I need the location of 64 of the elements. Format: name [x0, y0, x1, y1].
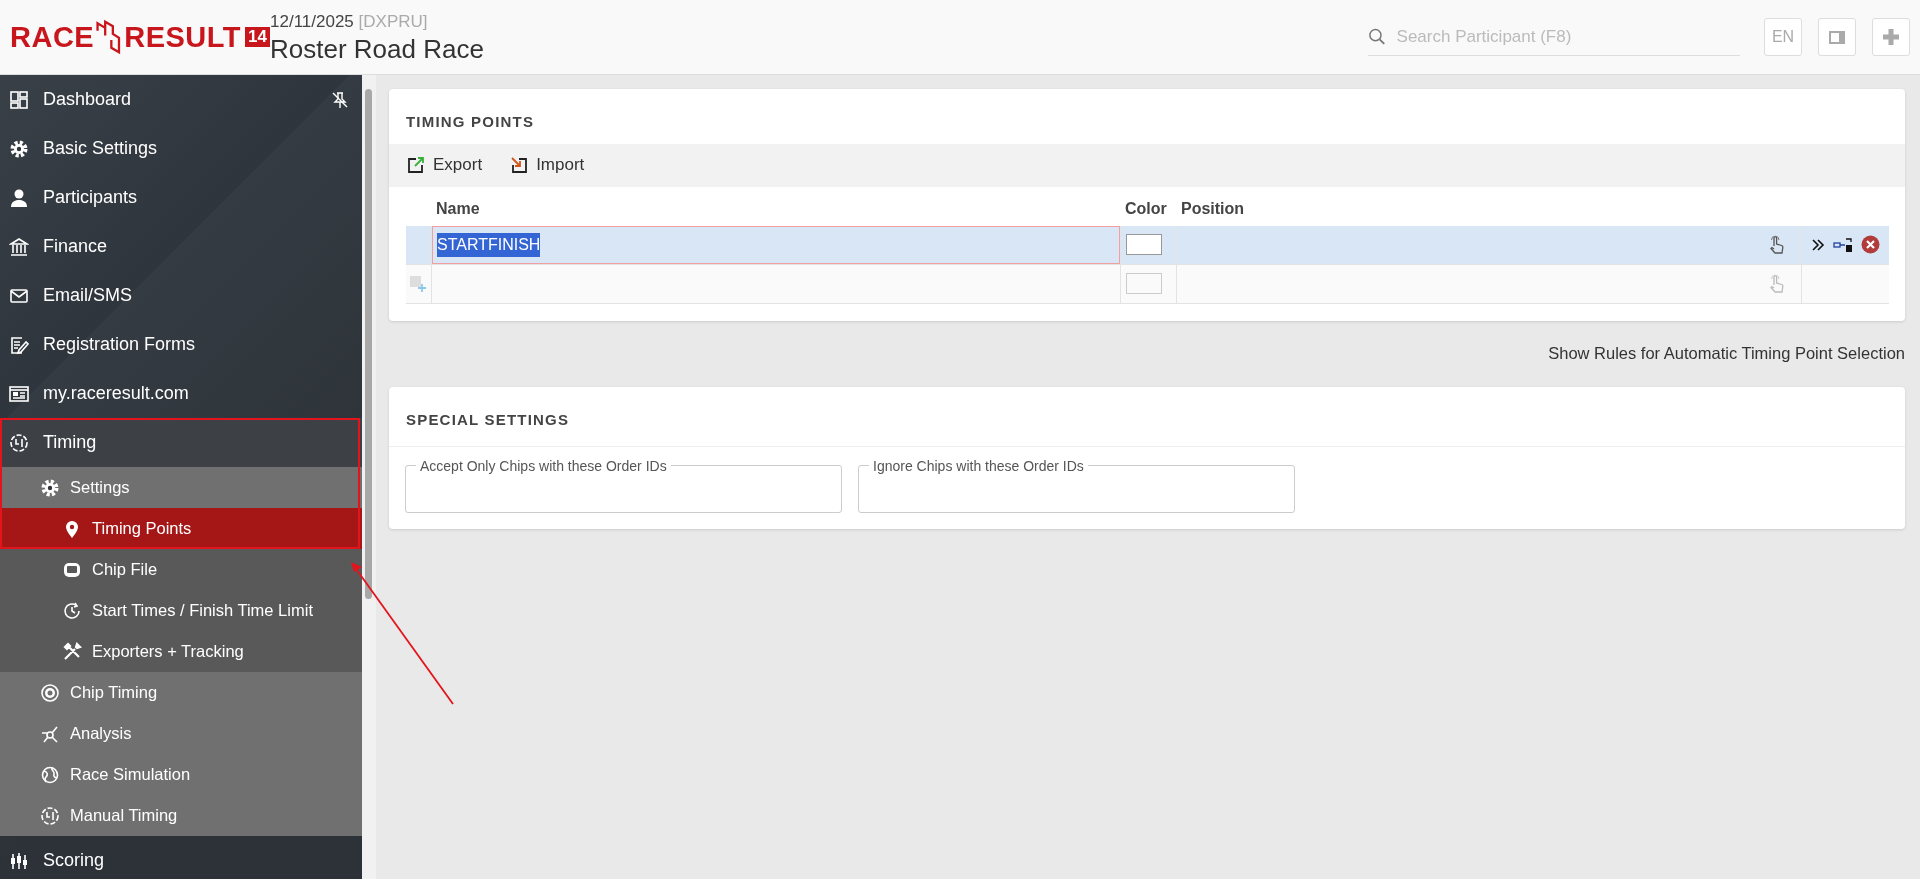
sidebar-item[interactable]: Scoring — [0, 836, 362, 879]
logo-text: RESULT — [124, 22, 242, 52]
sidebar-item[interactable]: Chip File — [0, 549, 362, 590]
person-icon — [9, 187, 29, 208]
form-icon — [9, 334, 29, 355]
event-date: 12/11/2025 [DXPRU] — [270, 10, 429, 33]
order-ids-field[interactable]: Accept Only Chips with these Order IDs — [405, 458, 842, 513]
column-header: Name — [435, 198, 481, 219]
export-icon — [407, 156, 425, 174]
event-title: Roster Road Race — [270, 34, 484, 66]
unpin-icon[interactable] — [331, 91, 349, 109]
order-ids-field[interactable]: Ignore Chips with these Order IDs — [858, 458, 1295, 513]
sidebar-item[interactable]: Analysis — [0, 713, 362, 754]
panel-toggle-button[interactable] — [1818, 18, 1856, 56]
sidebar-item[interactable]: Race Simulation — [0, 754, 362, 795]
sidebar-item[interactable]: Registration Forms — [0, 320, 362, 369]
gear-icon — [9, 138, 29, 159]
sidebar-item[interactable]: Timing Points — [0, 508, 362, 549]
tools-icon — [62, 641, 82, 662]
delete-icon[interactable] — [1861, 235, 1880, 254]
gear-icon — [40, 477, 60, 498]
bank-icon — [9, 236, 29, 257]
add-row-icon[interactable] — [409, 274, 427, 293]
color-swatch[interactable] — [1126, 273, 1162, 294]
panel-icon — [1829, 30, 1845, 44]
sidebar-item[interactable]: Exporters + Tracking — [0, 631, 362, 672]
column-header: Position — [1180, 198, 1246, 219]
sidebar-item[interactable]: Dashboard — [0, 75, 362, 124]
browser-icon — [9, 383, 29, 404]
globe-icon — [40, 764, 60, 785]
card-title: SPECIAL SETTINGS — [389, 387, 1905, 447]
sidebar-item[interactable]: Email/SMS — [0, 271, 362, 320]
sidebar-item[interactable]: Chip Timing — [0, 672, 362, 713]
chart-icon — [9, 850, 29, 871]
search-field[interactable]: Search Participant (F8) — [1394, 22, 1740, 51]
sidebar-item[interactable]: Finance — [0, 222, 362, 271]
target-icon — [40, 682, 60, 703]
rules-link[interactable]: Show Rules for Automatic Timing Point Selection — [1548, 340, 1905, 366]
version-badge: 14 — [245, 26, 270, 48]
card-title: TIMING POINTS — [405, 112, 536, 132]
table-row[interactable] — [406, 264, 1889, 304]
sidebar-item[interactable]: Settings — [0, 467, 362, 508]
sidebar-item[interactable]: Manual Timing — [0, 795, 362, 836]
logo-text: RACE — [10, 22, 95, 52]
split-icon[interactable] — [1833, 236, 1853, 253]
sidebar-item[interactable]: my.raceresult.com — [0, 369, 362, 418]
search-icon — [1368, 26, 1387, 47]
export-button[interactable]: Export — [407, 152, 483, 178]
sidebar-item[interactable]: Basic Settings — [0, 124, 362, 173]
dashboard-icon — [9, 89, 29, 110]
import-button[interactable]: Import — [510, 152, 585, 178]
scrollbar[interactable] — [362, 75, 376, 879]
add-button[interactable] — [1872, 18, 1910, 56]
sidebar-item[interactable]: Start Times / Finish Time Limit — [0, 590, 362, 631]
column-header: Color — [1124, 198, 1168, 219]
clock-icon — [62, 600, 82, 621]
color-swatch[interactable] — [1126, 234, 1162, 255]
sidebar-item[interactable]: Timing — [0, 418, 362, 467]
plus-icon — [1882, 28, 1900, 46]
name-field[interactable]: STARTFINISH — [432, 225, 1120, 264]
import-icon — [510, 156, 529, 174]
table-row[interactable]: STARTFINISH — [406, 225, 1889, 265]
sidebar-item[interactable]: Participants — [0, 173, 362, 222]
double-chevron-icon[interactable] — [1811, 237, 1825, 252]
